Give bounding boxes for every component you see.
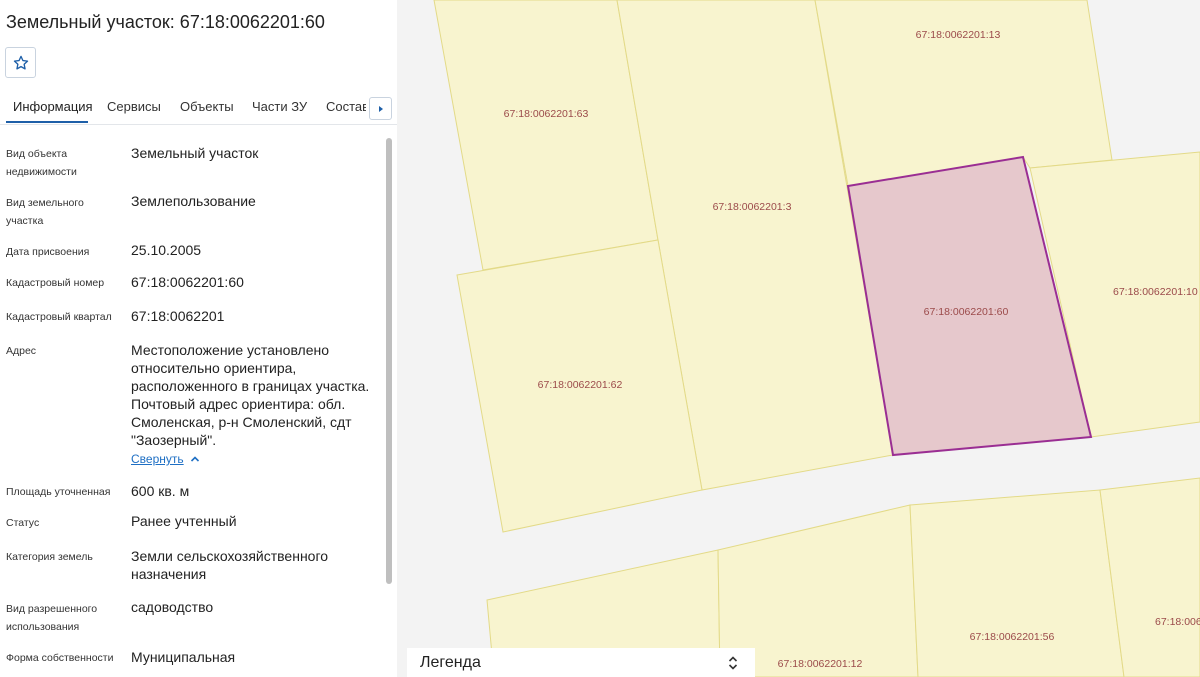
tab-bar: Информация Сервисы Объекты Части ЗУ Сост…	[0, 94, 397, 125]
label-object-type: Вид объекта недвижимости	[6, 148, 77, 178]
info-panel: Земельный участок: 67:18:0062201:60 Инфо…	[0, 0, 397, 677]
parcel-label-62: 67:18:0062201:62	[538, 379, 623, 391]
caret-right-icon	[378, 105, 383, 112]
parcel-label-12: 67:18:0062201:12	[778, 658, 863, 670]
parcel-label-10: 67:18:0062201:10	[1113, 286, 1198, 298]
value-object-type: Земельный участок	[131, 145, 259, 161]
label-area: Площадь уточненная	[6, 486, 111, 498]
label-assign-date: Дата присвоения	[6, 246, 90, 258]
tab-objects[interactable]: Объекты	[180, 99, 234, 114]
value-permitted-use: садоводство	[131, 599, 214, 615]
value-ownership: Муниципальная	[131, 649, 236, 665]
parcel-label-13: 67:18:0062201:13	[916, 29, 1001, 41]
parcel-label-60: 67:18:0062201:60	[924, 306, 1009, 318]
unfold-icon[interactable]	[727, 655, 739, 671]
value-cadastral-number: 67:18:0062201:60	[131, 274, 244, 290]
label-cadastral-number: Кадастровый номер	[6, 277, 105, 289]
tab-services[interactable]: Сервисы	[107, 99, 161, 114]
map-view[interactable]: 67:18:0062201:63 67:18:0062201:3 67:18:0…	[397, 0, 1200, 677]
value-parcel-type: Землепользование	[131, 193, 256, 209]
parcel-label-3: 67:18:0062201:3	[713, 201, 792, 213]
star-outline-icon	[13, 55, 28, 70]
active-tab-indicator	[6, 121, 88, 123]
collapse-link[interactable]: Свернуть	[131, 452, 184, 466]
favorite-button[interactable]	[5, 47, 36, 78]
value-status: Ранее учтенный	[131, 513, 237, 529]
value-cadastral-quarter: 67:18:0062201	[131, 308, 225, 324]
tab-parts[interactable]: Части ЗУ	[252, 99, 307, 114]
panel-scrollbar[interactable]	[386, 138, 392, 584]
map-canvas[interactable]: 67:18:0062201:63 67:18:0062201:3 67:18:0…	[397, 0, 1200, 677]
tab-info[interactable]: Информация	[13, 99, 93, 114]
value-area: 600 кв. м	[131, 483, 190, 499]
parcel-56[interactable]	[909, 489, 1125, 677]
label-land-category: Категория земель	[6, 551, 93, 563]
label-permitted-use: Вид разрешенного использования	[6, 603, 98, 633]
label-cadastral-quarter: Кадастровый квартал	[6, 311, 112, 323]
parcel-label-63: 67:18:0062201:63	[504, 108, 589, 120]
value-address: Местоположение установлено относительно …	[131, 342, 370, 448]
value-assign-date: 25.10.2005	[131, 242, 202, 258]
label-address: Адрес	[6, 345, 37, 357]
label-status: Статус	[6, 517, 40, 529]
chevron-up-icon[interactable]	[190, 455, 200, 463]
legend-panel[interactable]: Легенда	[407, 648, 755, 677]
label-parcel-type: Вид земельного участка	[6, 197, 84, 227]
tabs-next-button[interactable]	[369, 97, 392, 120]
parcel-label-56: 67:18:0062201:56	[970, 631, 1055, 643]
parcel-13[interactable]	[814, 0, 1113, 187]
value-land-category: Земли сельскохозяйственного назначения	[131, 548, 329, 582]
parcel-label-partial: 67:18:0062201:	[1155, 616, 1200, 628]
legend-title: Легенда	[420, 654, 481, 671]
tab-composition[interactable]: Состав	[326, 99, 366, 114]
page-title: Земельный участок: 67:18:0062201:60	[6, 12, 325, 32]
label-ownership: Форма собственности	[6, 652, 114, 664]
